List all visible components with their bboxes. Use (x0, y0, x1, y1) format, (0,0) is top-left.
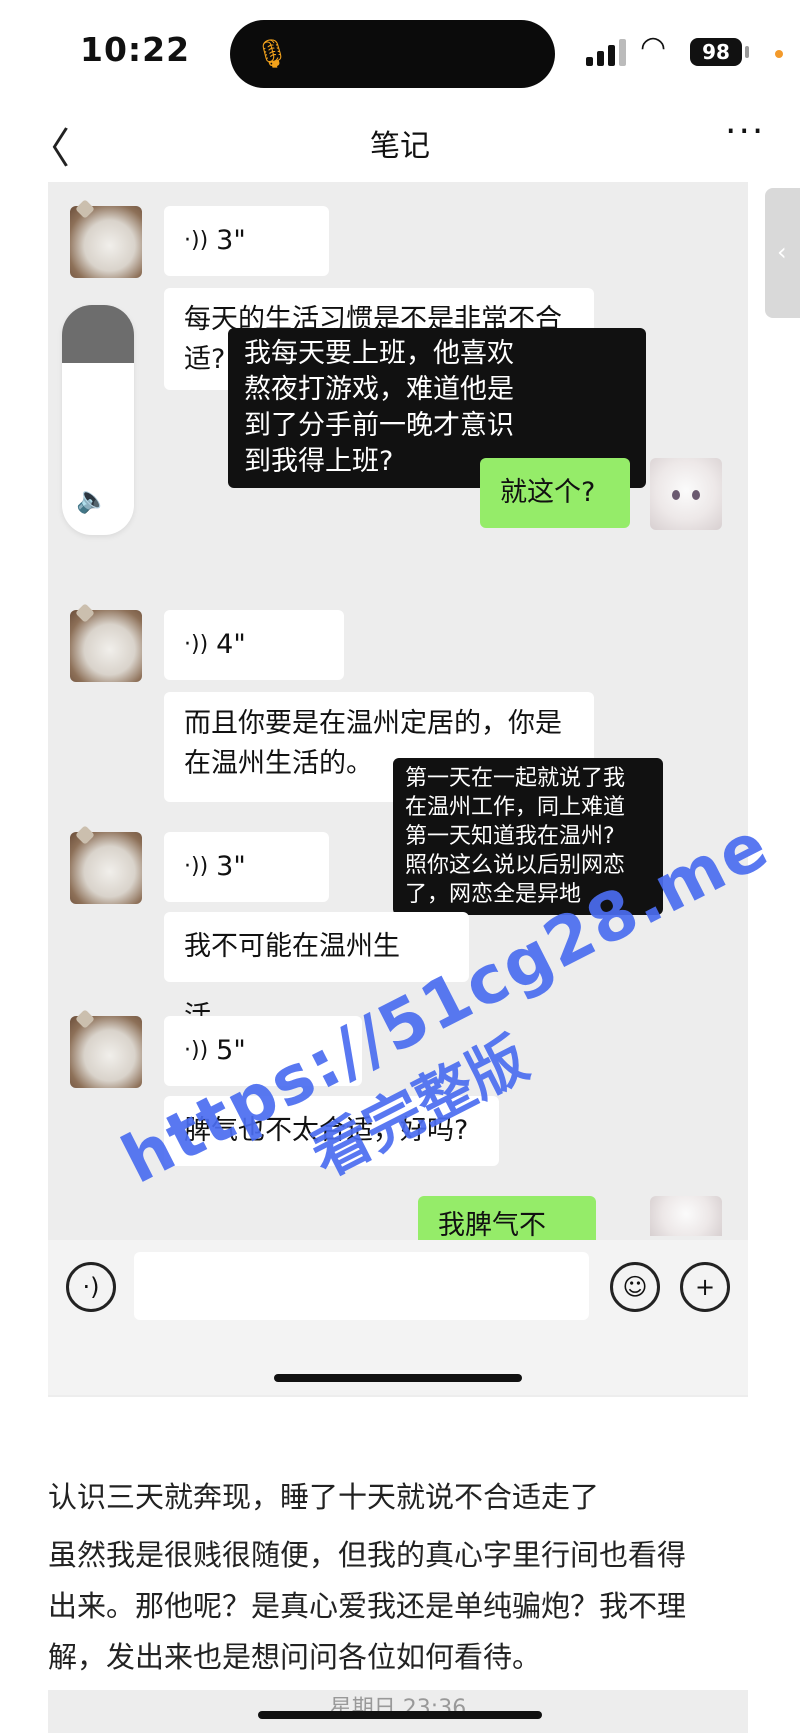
voice-wave-icon: ·)) (184, 228, 209, 253)
voice-duration: 3" (216, 225, 246, 256)
note-line: 第一天知道我在温州? (405, 824, 615, 849)
chevron-left-icon: ‹ (777, 238, 787, 266)
note-line: 到了分手前一晚才意识 (244, 410, 514, 441)
avatar (70, 1009, 142, 1088)
my-avatar (650, 458, 722, 530)
caption-text: 解，发出来也是想问问各位如何看待。 (48, 1640, 542, 1674)
note-line: 在温州工作，同上难道 (405, 795, 626, 820)
more-icon[interactable]: ··· (725, 111, 765, 152)
avatar (70, 825, 142, 904)
note-line: 第一天在一起就说了我 (405, 766, 626, 791)
side-collapse-tab[interactable]: ‹ (765, 188, 800, 318)
mic-icon: 🎙 (254, 37, 290, 70)
my-avatar (650, 1196, 722, 1236)
message-line: 而且你要是在温州定居的，你是 (184, 708, 562, 739)
home-indicator (258, 1711, 542, 1719)
caption-line: 认识三天就奔现，睡了十天就说不合适走了 (48, 1480, 600, 1514)
note-line: 我每天要上班，他喜欢 (244, 338, 514, 369)
caption-text: 虽然我是很贱很随便，但我的真心字里行间也看得 (48, 1538, 687, 1572)
voice-message[interactable]: ·)) 3" (164, 206, 329, 276)
emoji-icon[interactable]: ☺ (610, 1262, 660, 1312)
voice-wave-icon: ·)) (184, 1038, 209, 1063)
status-bar: 10:22 🎙 ◠ 98 (0, 0, 800, 100)
chat-input-bar: ·) ☺ + (48, 1240, 748, 1395)
nav-bar: 〈 笔记 ··· (0, 105, 800, 175)
note-line: 熬夜打游戏，难道他是 (244, 374, 514, 405)
plus-icon[interactable]: + (680, 1262, 730, 1312)
my-text-message: 我脾气不好? (418, 1196, 596, 1246)
battery-tip (745, 46, 749, 58)
voice-wave-icon: ·)) (184, 854, 209, 879)
voice-input-icon[interactable]: ·) (66, 1262, 116, 1312)
signal-icon (586, 38, 630, 66)
speaker-icon: 🔈 (76, 485, 109, 515)
voice-duration: 4" (216, 629, 246, 660)
dynamic-island: 🎙 (230, 20, 555, 88)
battery-indicator: 98 (690, 38, 742, 66)
page-title: 笔记 (370, 129, 430, 164)
wifi-icon: ◠ (640, 30, 667, 65)
volume-level (62, 305, 134, 363)
avatar (70, 603, 142, 682)
caption-text: 出来。那他呢？是真心爱我还是单纯骗炮？我不理 (48, 1589, 687, 1623)
avatar (70, 199, 142, 278)
privacy-dot (775, 50, 783, 58)
my-text-message: 就这个? (480, 458, 630, 528)
volume-slider[interactable]: 🔈 (62, 305, 134, 535)
voice-wave-icon: ·)) (184, 632, 209, 657)
caption-paragraph: 虽然我是很贱很随便，但我的真心字里行间也看得 出来。那他呢？是真心爱我还是单纯骗… (48, 1530, 758, 1683)
home-indicator (274, 1374, 522, 1382)
voice-message[interactable]: ·)) 3" (164, 832, 329, 902)
status-time: 10:22 (80, 30, 191, 69)
voice-message[interactable]: ·)) 4" (164, 610, 344, 680)
voice-duration: 3" (216, 851, 246, 882)
message-input[interactable] (134, 1252, 589, 1320)
